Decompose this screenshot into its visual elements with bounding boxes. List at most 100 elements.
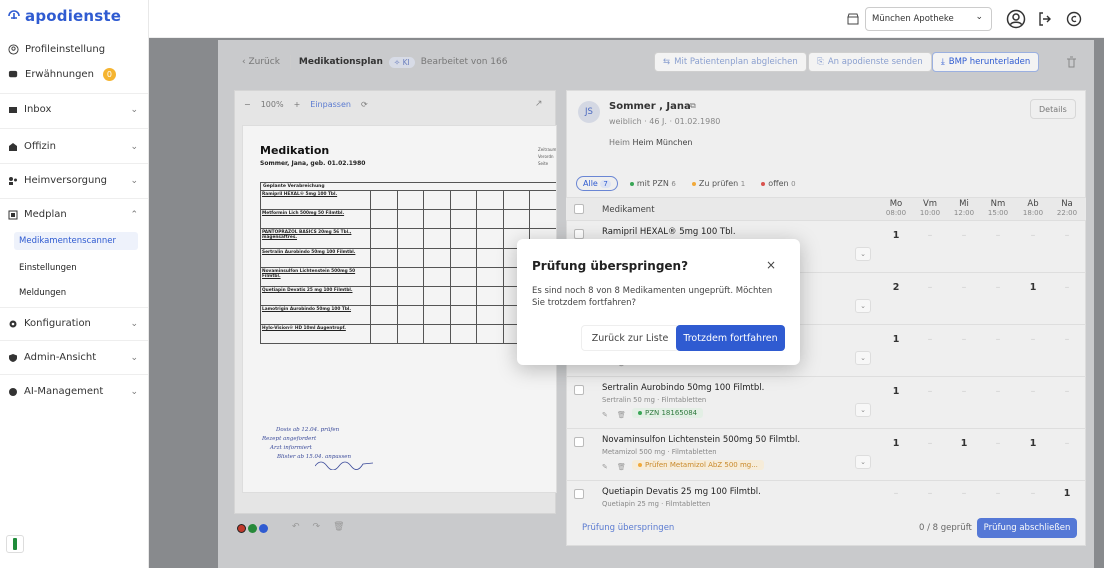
- row-checkbox[interactable]: [574, 489, 584, 499]
- table-row[interactable]: Quetiapin Devatis 25 mg 100 Filmtbl. Quet…: [566, 480, 1086, 514]
- dose-cell[interactable]: –: [949, 334, 979, 345]
- dose-cell[interactable]: –: [949, 282, 979, 293]
- close-icon[interactable]: ×: [766, 258, 776, 272]
- undo-icon[interactable]: ↶: [292, 522, 300, 532]
- skip-review-link[interactable]: Prüfung überspringen: [582, 523, 674, 533]
- expand-row-button[interactable]: ⌄: [855, 403, 871, 417]
- dose-cell[interactable]: –: [983, 230, 1013, 241]
- expand-row-button[interactable]: ⌄: [855, 351, 871, 365]
- dose-cell[interactable]: 1: [1052, 488, 1082, 499]
- logout-icon[interactable]: [1037, 11, 1053, 27]
- fit-button[interactable]: Einpassen: [310, 100, 351, 109]
- sidebar-item-mentions[interactable]: Erwähnungen 0: [8, 68, 138, 81]
- select-all-checkbox[interactable]: [574, 204, 584, 214]
- dose-cell[interactable]: 1: [1018, 282, 1048, 293]
- trash-icon[interactable]: 🗑: [617, 411, 626, 419]
- dose-cell[interactable]: –: [1052, 386, 1082, 397]
- brand-logo[interactable]: apodienste: [6, 7, 121, 25]
- dose-cell[interactable]: 1: [881, 386, 911, 397]
- dose-cell[interactable]: 1: [881, 438, 911, 449]
- dose-cell[interactable]: –: [1018, 230, 1048, 241]
- dose-cell[interactable]: –: [915, 488, 945, 499]
- bmp-download-button[interactable]: ⤓ BMP herunterladen: [932, 52, 1040, 72]
- chevron-down-icon: ⌄: [975, 12, 983, 22]
- sidebar-item-profile[interactable]: Profileinstellung: [8, 44, 138, 55]
- filter-to-check[interactable]: Zu prüfen 1: [688, 177, 749, 190]
- external-link-icon[interactable]: ↗: [535, 99, 543, 109]
- trash-icon[interactable]: 🗑: [333, 522, 344, 532]
- dose-cell[interactable]: –: [915, 230, 945, 241]
- finish-review-button[interactable]: Prüfung abschließen: [977, 518, 1077, 538]
- dose-cell[interactable]: –: [1018, 488, 1048, 499]
- dose-cell[interactable]: 1: [881, 334, 911, 345]
- row-checkbox[interactable]: [574, 229, 584, 239]
- expand-row-button[interactable]: ⌄: [855, 247, 871, 261]
- dose-cell[interactable]: –: [949, 488, 979, 499]
- edit-icon[interactable]: ✎: [602, 411, 608, 419]
- dose-cell[interactable]: –: [983, 334, 1013, 345]
- back-button[interactable]: ‹ Zurück: [242, 57, 280, 67]
- dose-cell[interactable]: –: [983, 438, 1013, 449]
- sidebar-item-ai-management[interactable]: AI-Management ⌄: [8, 386, 138, 397]
- redo-icon[interactable]: ↷: [313, 522, 321, 532]
- expand-row-button[interactable]: ⌄: [855, 455, 871, 469]
- row-checkbox[interactable]: [574, 437, 584, 447]
- store-select[interactable]: München Apotheke ⌄: [865, 7, 992, 31]
- zoom-out-button[interactable]: −: [244, 100, 251, 109]
- dose-cell[interactable]: 2: [881, 282, 911, 293]
- sidebar-subitem-einstellungen[interactable]: Einstellungen: [19, 263, 77, 273]
- dose-cell[interactable]: –: [983, 282, 1013, 293]
- send-button[interactable]: ⎘ An apodienste senden: [808, 52, 932, 72]
- continue-anyway-button[interactable]: Trotzdem fortfahren: [676, 325, 785, 351]
- row-checkbox[interactable]: [574, 385, 584, 395]
- dose-cell[interactable]: –: [949, 386, 979, 397]
- sidebar-subitem-meldungen[interactable]: Meldungen: [19, 288, 66, 298]
- filter-all[interactable]: Alle 7: [576, 176, 618, 191]
- sidebar-item-admin-ansicht[interactable]: Admin-Ansicht ⌄: [8, 352, 138, 363]
- trash-icon[interactable]: [1066, 56, 1077, 68]
- dose-cell[interactable]: –: [1052, 230, 1082, 241]
- dose-cell[interactable]: –: [949, 230, 979, 241]
- copyright-icon[interactable]: [1066, 11, 1082, 27]
- dose-cell[interactable]: –: [1052, 438, 1082, 449]
- zoom-in-button[interactable]: +: [294, 100, 301, 109]
- table-row[interactable]: Sertralin Aurobindo 50mg 100 Filmtbl. Ser…: [566, 376, 1086, 428]
- collapse-sidebar-button[interactable]: [6, 535, 24, 553]
- details-button[interactable]: Details: [1030, 99, 1076, 119]
- trash-icon[interactable]: 🗑: [617, 463, 626, 471]
- back-to-list-button[interactable]: Zurück zur Liste: [581, 325, 679, 351]
- expand-row-button[interactable]: ⌄: [855, 299, 871, 313]
- dose-cell[interactable]: –: [881, 488, 911, 499]
- sidebar-item-inbox[interactable]: Inbox ⌄: [8, 104, 138, 115]
- dose-cell[interactable]: –: [915, 282, 945, 293]
- dose-cell[interactable]: –: [915, 438, 945, 449]
- filter-open[interactable]: offen 0: [757, 177, 799, 190]
- sidebar-item-konfiguration[interactable]: Konfiguration ⌄: [8, 318, 138, 329]
- sidebar-item-offizin[interactable]: Offizin ⌄: [8, 141, 138, 152]
- color-blue-swatch[interactable]: [259, 524, 268, 533]
- dose-cell[interactable]: –: [1018, 386, 1048, 397]
- edit-icon[interactable]: ✎: [602, 463, 608, 471]
- send-icon: ⎘: [817, 57, 824, 67]
- sidebar-item-heimversorgung[interactable]: Heimversorgung ⌄: [8, 175, 138, 186]
- filter-with-pzn[interactable]: mit PZN 6: [626, 177, 680, 190]
- sidebar-subitem-medikamentenscanner[interactable]: Medikamentenscanner: [14, 232, 138, 250]
- dose-cell[interactable]: –: [915, 334, 945, 345]
- dose-cell[interactable]: –: [1052, 282, 1082, 293]
- table-row[interactable]: Novaminsulfon Lichtenstein 500mg 50 Film…: [566, 428, 1086, 480]
- dose-cell[interactable]: 1: [1018, 438, 1048, 449]
- dose-cell[interactable]: –: [983, 488, 1013, 499]
- color-red-swatch[interactable]: [237, 524, 246, 533]
- dose-cell[interactable]: 1: [881, 230, 911, 241]
- dose-cell[interactable]: –: [1018, 334, 1048, 345]
- sidebar-item-medplan[interactable]: Medplan ⌃: [8, 209, 138, 220]
- dose-cell[interactable]: –: [1052, 334, 1082, 345]
- dose-cell[interactable]: –: [983, 386, 1013, 397]
- copy-icon[interactable]: ⧉: [690, 101, 696, 111]
- color-green-swatch[interactable]: [248, 524, 257, 533]
- rotate-icon[interactable]: ⟳: [361, 100, 368, 109]
- user-circle-icon[interactable]: [1006, 9, 1026, 29]
- dose-cell[interactable]: –: [915, 386, 945, 397]
- compare-button[interactable]: ⇆ Mit Patientenplan abgleichen: [654, 52, 807, 72]
- dose-cell[interactable]: 1: [949, 438, 979, 449]
